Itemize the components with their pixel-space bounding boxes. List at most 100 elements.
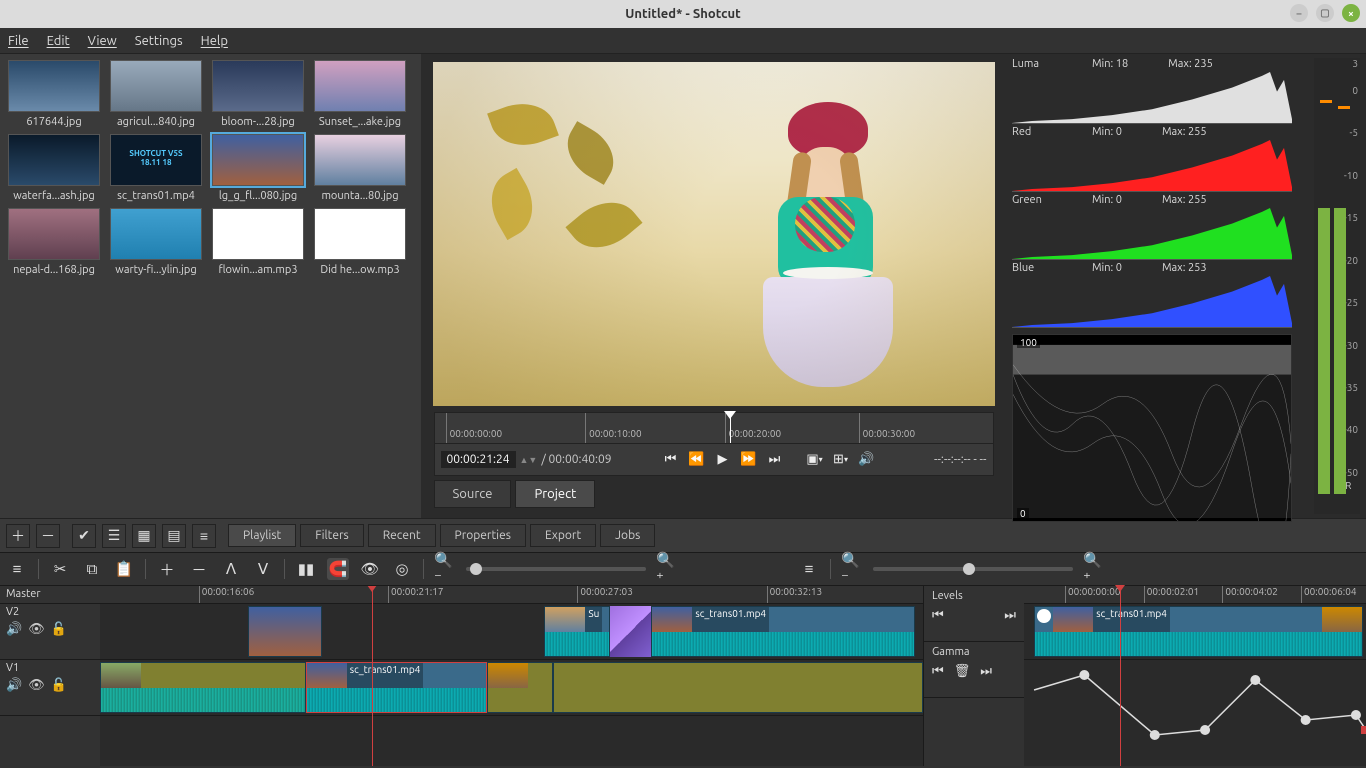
window-maximize-button[interactable]: ▢ bbox=[1316, 4, 1334, 22]
zoom-fit-button[interactable]: ▣▾ bbox=[804, 449, 826, 471]
ripple-button[interactable]: ◎ bbox=[391, 558, 413, 580]
kf-zoom-slider[interactable] bbox=[873, 567, 1073, 571]
timeline-menu-button[interactable]: ≡ bbox=[6, 558, 28, 580]
split-button[interactable]: ▮▮ bbox=[295, 558, 317, 580]
tab-jobs[interactable]: Jobs bbox=[600, 524, 655, 547]
playlist-item[interactable]: 617644.jpg bbox=[6, 60, 102, 128]
mute-icon[interactable]: 🔊 bbox=[6, 622, 22, 637]
rewind-button[interactable]: ⏪ bbox=[686, 449, 708, 471]
playlist-item[interactable]: Did he...ow.mp3 bbox=[312, 208, 408, 276]
mute-icon[interactable]: 🔊 bbox=[6, 678, 22, 693]
player-ruler[interactable]: 00:00:00:00 00:00:10:00 00:00:20:00 00:0… bbox=[434, 412, 994, 444]
menu-file[interactable]: File bbox=[8, 34, 29, 48]
cut-button[interactable]: ✂ bbox=[49, 558, 71, 580]
transition-clip[interactable] bbox=[610, 606, 651, 657]
playlist-item[interactable]: bloom-...28.jpg bbox=[210, 60, 306, 128]
tab-recent[interactable]: Recent bbox=[368, 524, 436, 547]
fast-forward-button[interactable]: ⏩ bbox=[738, 449, 760, 471]
timeline-body[interactable]: 00:00:16:0600:00:21:1700:00:27:0300:00:3… bbox=[100, 586, 923, 766]
kf-delete-button[interactable]: 🗑 bbox=[954, 664, 971, 679]
view-icons-button[interactable]: ▤ bbox=[162, 524, 186, 548]
overwrite-button[interactable]: ᐯ bbox=[252, 558, 274, 580]
hide-icon[interactable]: 👁 bbox=[28, 622, 45, 637]
remove-button[interactable]: － bbox=[188, 558, 210, 580]
kf-prev-button[interactable]: ⏮ bbox=[932, 664, 944, 679]
playlist-item[interactable]: warty-fi...ylin.jpg bbox=[108, 208, 204, 276]
meter-label-r: R bbox=[1345, 480, 1351, 491]
view-list-button[interactable]: ≡ bbox=[192, 524, 216, 548]
menu-settings[interactable]: Settings bbox=[135, 34, 183, 48]
playlist-item[interactable]: SHOTCUT V5S 18.11 18sc_trans01.mp4 bbox=[108, 134, 204, 202]
playlist-item[interactable]: waterfa...ash.jpg bbox=[6, 134, 102, 202]
kf-zoom-out-button[interactable]: 🔍⁻ bbox=[841, 558, 863, 580]
playlist-item[interactable]: flowin...am.mp3 bbox=[210, 208, 306, 276]
lock-icon[interactable]: 🔓 bbox=[51, 678, 67, 693]
keyframe-body[interactable]: 00:00:00:0000:00:02:0100:00:04:0200:00:0… bbox=[1024, 586, 1366, 766]
volume-button[interactable]: 🔊 bbox=[856, 449, 878, 471]
histogram-green: GreenMin: 0Max: 255 bbox=[1012, 194, 1310, 260]
tab-playlist[interactable]: Playlist bbox=[228, 524, 296, 547]
lock-icon[interactable]: 🔓 bbox=[51, 622, 67, 637]
track-head-v2[interactable]: V2 🔊 👁 🔓 bbox=[0, 604, 100, 660]
menu-view[interactable]: View bbox=[88, 34, 117, 48]
playlist-remove-button[interactable]: － bbox=[36, 524, 60, 548]
play-button[interactable]: ▶ bbox=[712, 449, 734, 471]
snap-button[interactable]: 🧲 bbox=[327, 558, 349, 580]
kf-clip[interactable]: sc_trans01.mp4 bbox=[1034, 606, 1362, 657]
zoom-in-button[interactable]: 🔍⁺ bbox=[656, 558, 678, 580]
kf-zoom-in-button[interactable]: 🔍⁺ bbox=[1083, 558, 1105, 580]
clip-v2-left[interactable]: Su bbox=[544, 606, 610, 657]
tab-project[interactable]: Project bbox=[515, 480, 595, 508]
playlist-item[interactable]: nepal-d...168.jpg bbox=[6, 208, 102, 276]
timeline-panel: Master V2 🔊 👁 🔓 V1 🔊 👁 🔓 00:00: bbox=[0, 586, 924, 766]
paste-button[interactable]: 📋 bbox=[113, 558, 135, 580]
window-minimize-button[interactable]: – bbox=[1290, 4, 1308, 22]
scrub-button[interactable]: 👁 bbox=[359, 558, 381, 580]
video-preview[interactable] bbox=[433, 62, 995, 406]
playlist-add-button[interactable]: ＋ bbox=[6, 524, 30, 548]
ruler-mark: 00:00:00:00 bbox=[1065, 586, 1121, 603]
clip-v1-b[interactable] bbox=[487, 662, 553, 713]
window-close-button[interactable]: × bbox=[1342, 4, 1360, 22]
zoom-slider[interactable] bbox=[466, 567, 646, 571]
lift-button[interactable]: ᐱ bbox=[220, 558, 242, 580]
playlist-item[interactable]: Sunset_...ake.jpg bbox=[312, 60, 408, 128]
tab-properties[interactable]: Properties bbox=[440, 524, 526, 547]
skip-start-button[interactable]: ⏮ bbox=[660, 449, 682, 471]
kf-prev-button[interactable]: ⏮ bbox=[932, 608, 944, 623]
clip-image-v2a[interactable] bbox=[248, 606, 322, 657]
keyframe-menu-button[interactable]: ≡ bbox=[798, 558, 820, 580]
skip-end-button[interactable]: ⏭ bbox=[764, 449, 786, 471]
track-lane-v2[interactable]: Su sc_trans01.mp4 bbox=[100, 604, 923, 660]
keyframe-playhead[interactable] bbox=[1120, 586, 1121, 766]
view-tiles-button[interactable]: ▦ bbox=[132, 524, 156, 548]
zoom-out-button[interactable]: 🔍⁻ bbox=[434, 558, 456, 580]
track-lane-v1[interactable]: sc_trans01.mp4 bbox=[100, 660, 923, 716]
playlist-item[interactable]: agricul...840.jpg bbox=[108, 60, 204, 128]
track-head-master[interactable]: Master bbox=[0, 586, 100, 604]
tab-source[interactable]: Source bbox=[434, 480, 512, 508]
timeline-playhead[interactable] bbox=[372, 586, 373, 766]
append-button[interactable]: ＋ bbox=[156, 558, 178, 580]
kf-next-button[interactable]: ⏭ bbox=[980, 664, 992, 679]
timecode-current[interactable]: 00:00:21:24 bbox=[441, 451, 516, 468]
hide-icon[interactable]: 👁 bbox=[28, 678, 45, 693]
track-head-v1[interactable]: V1 🔊 👁 🔓 bbox=[0, 660, 100, 716]
view-details-button[interactable]: ☰ bbox=[102, 524, 126, 548]
grid-button[interactable]: ⊞▾ bbox=[830, 449, 852, 471]
tab-filters[interactable]: Filters bbox=[300, 524, 363, 547]
playlist-item[interactable]: lg_g_fl...080.jpg bbox=[210, 134, 306, 202]
clip-v1-a[interactable] bbox=[100, 662, 306, 713]
keyframe-curve[interactable] bbox=[1024, 660, 1366, 750]
playlist-item-label: lg_g_fl...080.jpg bbox=[210, 190, 306, 202]
clip-v1-c[interactable] bbox=[553, 662, 923, 713]
clip-v1-selected[interactable]: sc_trans01.mp4 bbox=[306, 662, 487, 713]
menu-edit[interactable]: Edit bbox=[47, 34, 70, 48]
copy-button[interactable]: ⧉ bbox=[81, 558, 103, 580]
playlist-item[interactable]: mounta...80.jpg bbox=[312, 134, 408, 202]
playlist-update-button[interactable]: ✔ bbox=[72, 524, 96, 548]
menu-help[interactable]: Help bbox=[201, 34, 228, 48]
tab-export[interactable]: Export bbox=[530, 524, 596, 547]
kf-next-button[interactable]: ⏭ bbox=[1004, 608, 1016, 623]
clip-v2-main[interactable]: sc_trans01.mp4 bbox=[651, 606, 914, 657]
